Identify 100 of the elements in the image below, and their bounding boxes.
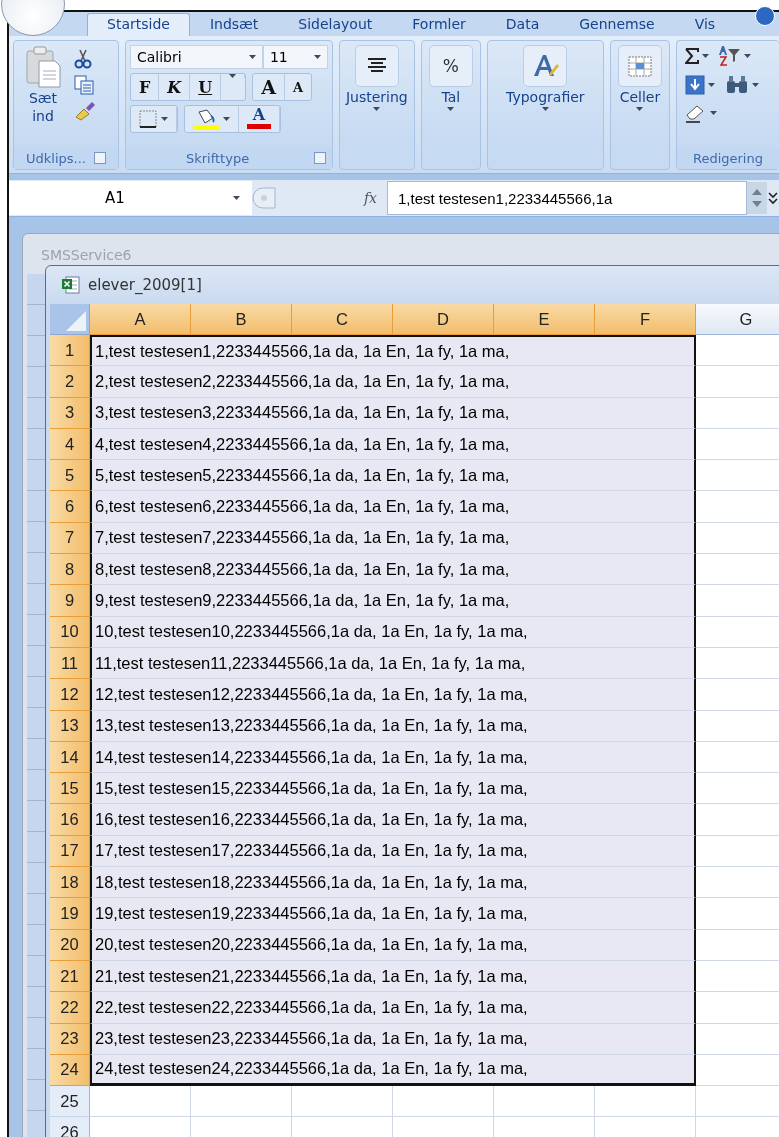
row-header[interactable]: 22 [50,992,90,1024]
dialog-launcher-icon[interactable] [313,152,326,164]
table-cell: 24,test testesen24,2233445566,1a da, 1a En, 1a fy, 1a ma, [90,1054,696,1087]
row-header[interactable]: 5 [50,460,90,492]
font-size-dropdown[interactable]: 11 [262,45,328,69]
table-cell: 1,test testesen1,2233445566,1a da, 1a En, 1a fy, 1a ma, [90,335,696,367]
group-label: Redigering [692,150,763,166]
copy-icon[interactable] [74,75,94,95]
italic-button[interactable]: K [159,74,191,100]
ribbon-tab[interactable]: Vis [674,13,736,36]
column-header[interactable]: G [696,304,779,335]
ribbon-tab[interactable]: Data [485,13,560,36]
paste-button[interactable]: Sæt ind [18,45,68,143]
formula-input[interactable]: 1,test testesen1,2233445566,1a [387,181,747,215]
spreadsheet-icon [62,276,80,294]
row-header[interactable]: 1 [50,335,90,367]
caret-icon [447,107,455,111]
insert-function-button[interactable]: fx [363,190,377,206]
table-cell: 9,test testesen9,2233445566,1a da, 1a En, 1a fy, 1a ma, [90,585,696,617]
row-header[interactable]: 25 [50,1086,90,1118]
table-cell: 11,test testesen11,2233445566,1a da, 1a En, 1a fy, 1a ma, [90,647,696,680]
row-header[interactable]: 8 [50,554,90,586]
column-header[interactable]: D [393,304,494,335]
paintbrush-icon[interactable] [74,101,96,121]
row-header[interactable]: 4 [50,428,90,461]
row-header[interactable]: 13 [50,710,90,742]
row-header[interactable]: 18 [50,867,90,899]
caret-icon [743,54,751,58]
ribbon-tab[interactable]: Startside [87,13,190,36]
caret-icon [160,117,168,121]
row-header[interactable]: 12 [50,679,90,711]
row-header[interactable]: 9 [50,585,90,617]
shrink-font-button[interactable]: A [284,74,311,100]
table-cell: 20,test testesen20,2233445566,1a da, 1a En, 1a fy, 1a ma, [90,929,696,961]
dropdown-caret-icon [233,196,240,200]
row-header[interactable]: 20 [50,929,90,961]
column-header[interactable]: F [595,304,696,335]
row-header[interactable]: 17 [50,835,90,868]
caret-icon [373,107,381,111]
row-header[interactable]: 23 [50,1023,90,1055]
row-header[interactable]: 14 [50,741,90,774]
window-title: SMSService6 [40,246,133,264]
help-icon[interactable] [755,6,775,26]
table-cell: 12,test testesen12,2233445566,1a da, 1a En, 1a fy, 1a ma, [90,679,696,711]
table-cell: 22,test testesen22,2233445566,1a da, 1a En, 1a fy, 1a ma, [90,992,696,1024]
row-header[interactable]: 11 [50,647,90,680]
dialog-launcher-icon[interactable] [93,152,106,164]
column-header[interactable]: B [191,304,292,335]
column-header[interactable]: A [90,304,191,335]
cut-icon[interactable] [74,49,92,69]
align-center-icon [366,58,387,74]
fill-button[interactable] [684,75,715,95]
underline-button[interactable]: U [190,74,222,100]
column-header[interactable]: C [292,304,393,335]
caret-icon [636,107,644,111]
table-cell: 3,test testesen3,2233445566,1a da, 1a En, 1a fy, 1a ma, [90,397,696,429]
row-header[interactable]: 6 [50,491,90,523]
table-cell: 15,test testesen15,2233445566,1a da, 1a En, 1a fy, 1a ma, [90,773,696,805]
sum-button[interactable] [684,45,709,67]
row-header[interactable]: 10 [50,616,90,648]
name-box[interactable]: A1 [9,181,252,215]
table-grid-icon [627,54,652,78]
ribbon-tab[interactable]: Indsæt [189,13,279,36]
bold-button[interactable]: F [130,74,160,100]
caret-icon [701,54,709,58]
percent-symbol: % [442,56,459,76]
resize-handle-icon[interactable] [252,187,276,209]
font-family-dropdown[interactable]: Calibri [129,45,263,69]
caret-icon [751,83,759,87]
grow-font-button[interactable]: A [253,74,285,100]
window-title: elever_2009[1] [88,276,202,294]
caret-icon [707,83,715,87]
borders-icon [138,110,157,128]
clipboard-icon [25,45,61,89]
table-cell: 23,test testesen23,2233445566,1a da, 1a En, 1a fy, 1a ma, [90,1023,696,1055]
table-cell: 2,test testesen2,2233445566,1a da, 1a En, 1a fy, 1a ma, [90,366,696,398]
ribbon-tab[interactable]: Formler [392,13,486,36]
row-header[interactable]: 3 [50,397,90,429]
group-label: Udklips... [25,150,86,166]
table-cell: 19,test testesen19,2233445566,1a da, 1a En, 1a fy, 1a ma, [90,898,696,930]
row-header[interactable]: 16 [50,804,90,836]
paint-bucket-icon [192,108,219,130]
row-header[interactable]: 21 [50,960,90,993]
filter-icon [718,45,741,67]
corner-triangle-icon [66,311,86,331]
group-label: Skrifttype [185,150,250,166]
table-cell: 13,test testesen13,2233445566,1a da, 1a En, 1a fy, 1a ma, [90,710,696,742]
row-header[interactable]: 15 [50,773,90,805]
row-header[interactable]: 24 [50,1054,90,1087]
row-header[interactable]: 7 [50,522,90,555]
find-button[interactable] [724,75,759,95]
expand-icon[interactable] [767,191,779,205]
row-header[interactable]: 2 [50,366,90,398]
column-header[interactable]: E [494,304,595,335]
binoculars-icon [724,75,749,95]
table-cell: 6,test testesen6,2233445566,1a da, 1a En, 1a fy, 1a ma, [90,491,696,523]
ribbon-tab[interactable]: Gennemse [559,13,675,36]
row-header[interactable]: 19 [50,898,90,930]
ribbon-tab[interactable]: Sidelayout [278,13,393,36]
sort-filter-button[interactable] [718,45,751,67]
